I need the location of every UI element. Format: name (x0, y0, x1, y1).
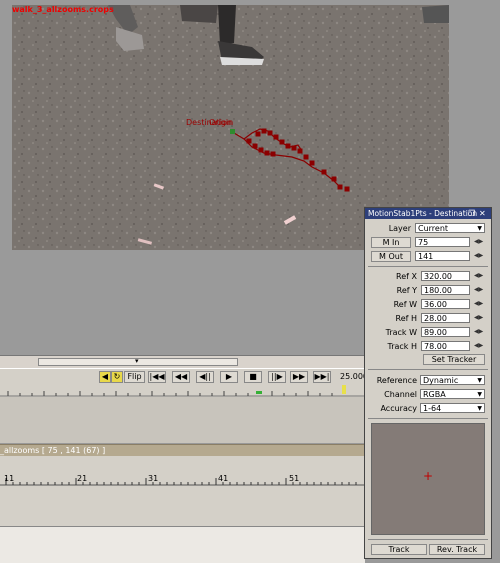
ref-h-label: Ref H (395, 314, 418, 323)
go-to-end-icon[interactable]: ▶▶| (313, 371, 331, 383)
step-forward-icon[interactable]: ||▶ (268, 371, 286, 383)
clip-bar-label: _allzooms [ 75 , 141 (67) ] (0, 446, 106, 455)
ruler-tick-label: 11 (4, 474, 15, 483)
m-in-button[interactable]: M In (371, 237, 411, 248)
track-h-label: Track H (387, 342, 418, 351)
panel-title-text: MotionStab1Pts - Destination (368, 209, 478, 218)
ref-w-label: Ref W (393, 300, 417, 309)
track-w-label: Track W (385, 328, 417, 337)
go-to-start-icon[interactable]: |◀◀ (148, 371, 166, 383)
upper-track-area[interactable] (0, 397, 365, 444)
channel-label: Channel (384, 390, 417, 399)
audio-icon[interactable]: ◀ (99, 371, 111, 383)
divider (368, 369, 488, 370)
play-icon[interactable]: ▶ (220, 371, 238, 383)
chevron-down-icon: ▼ (477, 225, 482, 232)
track-button[interactable]: Track (371, 544, 427, 555)
reference-select[interactable]: Dynamic ▼ (420, 375, 485, 385)
ref-h-field[interactable]: 28.00 (421, 313, 470, 323)
ruler-tick-label: 31 (148, 474, 159, 483)
ref-y-label: Ref Y (396, 286, 417, 295)
accuracy-value: 1-64 (423, 404, 442, 413)
layer-value: Current (418, 224, 449, 233)
chevron-down-icon: ▼ (477, 405, 482, 412)
bottom-area (0, 526, 365, 563)
reference-value: Dynamic (423, 376, 459, 385)
ruler-tick-label: 51 (289, 474, 300, 483)
rev-track-button[interactable]: Rev. Track (429, 544, 485, 555)
origin-label: Origin (209, 118, 234, 127)
rewind-icon[interactable]: ◀◀ (172, 371, 190, 383)
close-icon[interactable]: ✕ (479, 208, 486, 219)
motion-stab-panel: MotionStab1Pts - Destination ❐ ✕ Layer C… (364, 207, 492, 559)
chevron-down-icon: ▼ (477, 391, 482, 398)
channel-value: RGBA (423, 390, 446, 399)
clip-name-label: walk_3_allzooms.crops (12, 5, 114, 14)
divider (368, 418, 488, 419)
crosshair-icon: + (423, 469, 434, 483)
layer-label: Layer (388, 224, 411, 233)
upper-ruler[interactable] (0, 385, 365, 397)
track-h-field[interactable]: 78.00 (421, 341, 470, 351)
ref-x-field[interactable]: 320.00 (421, 271, 470, 281)
m-out-field[interactable]: 141 (415, 251, 470, 261)
timeline-scrollbar[interactable]: ▾ (0, 355, 365, 368)
spin-arrows-icon[interactable]: ◀▶ (474, 328, 483, 335)
fast-forward-icon[interactable]: ▶▶ (290, 371, 308, 383)
spin-arrows-icon[interactable]: ◀▶ (474, 238, 483, 245)
ruler-tick-label: 21 (77, 474, 88, 483)
ruler-tick-label: 41 (218, 474, 229, 483)
stop-icon[interactable]: ■ (244, 371, 262, 383)
m-in-field[interactable]: 75 (415, 237, 470, 247)
restore-icon[interactable]: ❐ (468, 208, 475, 219)
flip-button[interactable]: Flip (124, 371, 145, 383)
track-w-field[interactable]: 89.00 (421, 327, 470, 337)
lower-timeline-pane[interactable] (0, 456, 365, 526)
playhead-marker-icon: ▾ (135, 357, 139, 365)
ref-x-label: Ref X (396, 272, 417, 281)
accuracy-label: Accuracy (380, 404, 417, 413)
step-back-icon[interactable]: ◀|| (196, 371, 214, 383)
channel-select[interactable]: RGBA ▼ (420, 389, 485, 399)
spin-arrows-icon[interactable]: ◀▶ (474, 300, 483, 307)
m-out-button[interactable]: M Out (371, 251, 411, 262)
loop-icon[interactable]: ↻ (111, 371, 123, 383)
divider (368, 266, 488, 267)
divider (368, 539, 488, 540)
accuracy-select[interactable]: 1-64 ▼ (420, 403, 485, 413)
layer-select[interactable]: Current ▼ (415, 223, 485, 233)
spin-arrows-icon[interactable]: ◀▶ (474, 252, 483, 259)
chevron-down-icon: ▼ (477, 377, 482, 384)
ref-y-field[interactable]: 180.00 (421, 285, 470, 295)
tracker-preview: + (371, 423, 485, 535)
spin-arrows-icon[interactable]: ◀▶ (474, 272, 483, 279)
origin-marker (230, 129, 235, 134)
spin-arrows-icon[interactable]: ◀▶ (474, 314, 483, 321)
spin-arrows-icon[interactable]: ◀▶ (474, 342, 483, 349)
frame-ruler[interactable]: 11 21 31 41 51 (0, 474, 365, 486)
spin-arrows-icon[interactable]: ◀▶ (474, 286, 483, 293)
ref-w-field[interactable]: 36.00 (421, 299, 470, 309)
reference-label: Reference (376, 376, 417, 385)
set-tracker-button[interactable]: Set Tracker (423, 354, 485, 365)
